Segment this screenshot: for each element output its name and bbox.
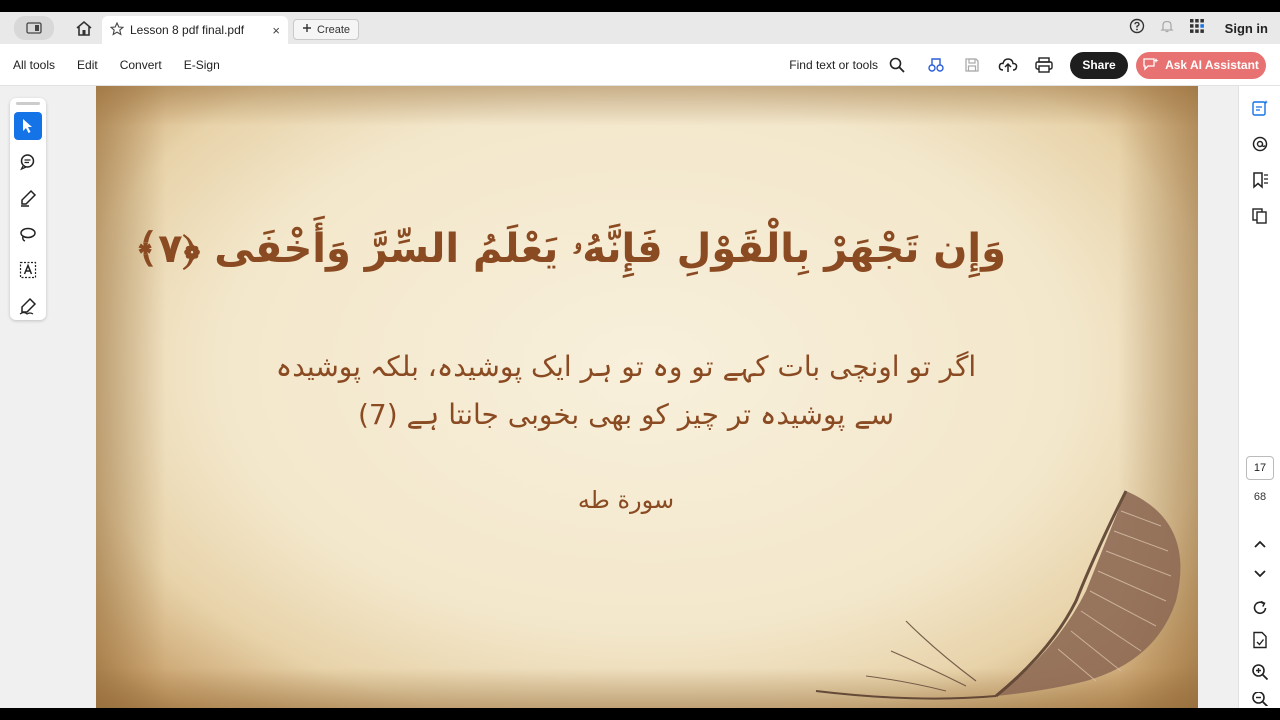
- zoom-in-icon[interactable]: [1248, 660, 1272, 684]
- help-icon[interactable]: [1129, 18, 1145, 39]
- urdu-translation: اگر تو اونچی بات کہے تو وہ تو ہر ایک پوش…: [256, 343, 996, 439]
- menubar-right: Find text or tools Share Ask AI Assistan…: [789, 44, 1266, 86]
- create-label: Create: [317, 23, 351, 36]
- panel-toggle-icon[interactable]: [14, 16, 54, 40]
- ai-button-label: Ask AI Assistant: [1165, 58, 1259, 72]
- upload-cloud-icon[interactable]: [990, 50, 1026, 80]
- highlight-pen-icon[interactable]: [14, 184, 42, 212]
- sign-pen-icon[interactable]: [14, 292, 42, 320]
- arabic-verse: وَإِن تَجْهَرْ بِالْقَوْلِ فَإِنَّهُۥ يَ…: [134, 226, 1006, 272]
- text-select-icon[interactable]: [14, 256, 42, 284]
- total-pages: 68: [1253, 491, 1267, 503]
- ask-ai-assistant-button[interactable]: Ask AI Assistant: [1136, 51, 1266, 79]
- tab-title: Lesson 8 pdf final.pdf: [130, 23, 245, 37]
- plus-icon: [302, 23, 312, 36]
- star-icon[interactable]: [109, 21, 125, 39]
- menu-convert[interactable]: Convert: [120, 58, 162, 72]
- ai-summary-icon[interactable]: [1248, 96, 1272, 120]
- lasso-draw-icon[interactable]: [14, 220, 42, 248]
- comment-icon[interactable]: [14, 148, 42, 176]
- comments-panel-icon[interactable]: [1248, 132, 1272, 156]
- search-icon[interactable]: [886, 50, 908, 80]
- zoom-out-icon[interactable]: [1248, 692, 1272, 706]
- toolbar-grip[interactable]: [16, 102, 40, 105]
- document-workspace[interactable]: وَإِن تَجْهَرْ بِالْقَوْلِ فَإِنَّهُۥ يَ…: [0, 86, 1238, 708]
- tab-bar: Lesson 8 pdf final.pdf × Create Sign in: [0, 12, 1280, 44]
- select-cursor-icon[interactable]: [14, 112, 42, 140]
- sign-in-button[interactable]: Sign in: [1225, 21, 1268, 36]
- print-icon[interactable]: [1026, 50, 1062, 80]
- bookmark-icon[interactable]: [1248, 168, 1272, 192]
- create-button[interactable]: Create: [293, 19, 360, 40]
- bell-icon[interactable]: [1159, 18, 1175, 39]
- chevron-up-icon[interactable]: [1248, 532, 1272, 556]
- tabbar-right: Sign in: [1129, 12, 1268, 44]
- close-icon[interactable]: ×: [272, 23, 280, 38]
- compare-icon[interactable]: [918, 50, 954, 80]
- menu-e-sign[interactable]: E-Sign: [184, 58, 220, 72]
- page-extract-icon[interactable]: [1248, 628, 1272, 652]
- menu-edit[interactable]: Edit: [77, 58, 98, 72]
- urdu-line-1: اگر تو اونچی بات کہے تو وہ تو ہر ایک پوش…: [275, 350, 977, 383]
- pages-icon[interactable]: [1248, 204, 1272, 228]
- app-window: Lesson 8 pdf final.pdf × Create Sign in …: [0, 12, 1280, 708]
- ai-sparkle-icon: [1143, 57, 1159, 74]
- rotate-icon[interactable]: [1248, 596, 1272, 620]
- right-sidebar: 17 68: [1238, 86, 1280, 708]
- find-label[interactable]: Find text or tools: [789, 58, 878, 72]
- pdf-page[interactable]: وَإِن تَجْهَرْ بِالْقَوْلِ فَإِنَّهُۥ يَ…: [96, 86, 1198, 708]
- menu-all-tools[interactable]: All tools: [13, 58, 55, 72]
- menu-bar: All tools Edit Convert E-Sign Find text …: [0, 44, 1280, 86]
- urdu-line-2: سے پوشیدہ تر چیز کو بھی بخوبی جانتا ہے (…: [357, 398, 895, 431]
- quick-tools-bar: [10, 98, 46, 320]
- chevron-down-icon[interactable]: [1248, 562, 1272, 586]
- home-icon[interactable]: [70, 16, 98, 40]
- tab-document[interactable]: Lesson 8 pdf final.pdf ×: [102, 16, 288, 44]
- surah-name: سورة طه: [577, 486, 675, 514]
- share-button[interactable]: Share: [1070, 51, 1128, 79]
- current-page-input[interactable]: 17: [1246, 456, 1274, 480]
- feather-illustration: [815, 490, 1181, 700]
- apps-grid-icon[interactable]: [1189, 18, 1205, 39]
- save-icon[interactable]: [954, 50, 990, 80]
